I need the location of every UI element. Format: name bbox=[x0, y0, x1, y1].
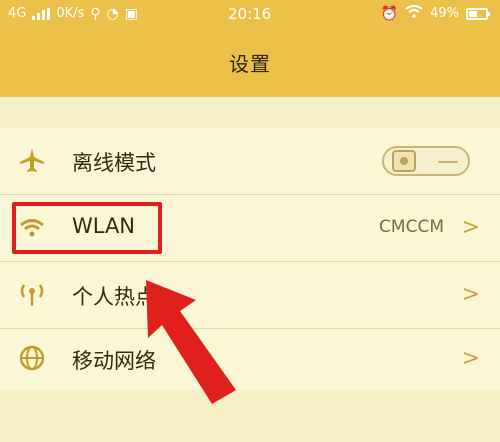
airplane-icon bbox=[18, 146, 46, 174]
page-title: 设置 bbox=[229, 52, 271, 76]
signal-icon bbox=[32, 7, 51, 20]
section-gap bbox=[0, 97, 500, 127]
wlan-ssid: CMCCM bbox=[379, 217, 444, 237]
battery-icon bbox=[466, 7, 490, 20]
settings-row-hotspot[interactable]: 个人热点 > bbox=[0, 262, 500, 328]
toggle-knob bbox=[392, 150, 416, 172]
battery-label: 49% bbox=[430, 6, 459, 21]
chevron-right-icon: > bbox=[461, 215, 480, 240]
highlight-box bbox=[12, 202, 162, 254]
chevron-right-icon: > bbox=[461, 346, 480, 371]
settings-row-label: 个人热点 bbox=[72, 285, 156, 309]
toggle-line bbox=[438, 161, 458, 163]
speed-label: 0K/s bbox=[56, 6, 85, 21]
status-time: 20:16 bbox=[228, 5, 272, 23]
settings-row-mobile-network[interactable]: 移动网络 > bbox=[0, 326, 500, 392]
settings-row-airplane[interactable]: 离线模式 bbox=[0, 128, 500, 194]
status-right: ⏰ 49% bbox=[380, 5, 490, 22]
settings-row-label: 移动网络 bbox=[72, 349, 156, 373]
status-bar: 4G 0K/s ⚲ ◔ ▣ 20:16 ⏰ 49% bbox=[0, 0, 500, 30]
network-label: 4G bbox=[8, 6, 27, 21]
settings-row-label: 离线模式 bbox=[72, 151, 156, 175]
alarm-icon: ⏰ bbox=[380, 5, 399, 22]
globe-icon bbox=[18, 344, 46, 372]
bottom-section bbox=[0, 390, 500, 442]
penguin-icon: ◔ bbox=[106, 5, 119, 22]
chevron-right-icon: > bbox=[461, 282, 480, 307]
app-header: 4G 0K/s ⚲ ◔ ▣ 20:16 ⏰ 49% 设置 bbox=[0, 0, 500, 97]
hotspot-icon bbox=[18, 280, 46, 308]
notification-icon: ▣ bbox=[124, 5, 139, 22]
airplane-mode-toggle[interactable] bbox=[382, 146, 470, 176]
status-left: 4G 0K/s ⚲ ◔ ▣ bbox=[8, 6, 138, 21]
wifi-icon bbox=[405, 5, 423, 22]
usb-icon: ⚲ bbox=[90, 5, 101, 22]
